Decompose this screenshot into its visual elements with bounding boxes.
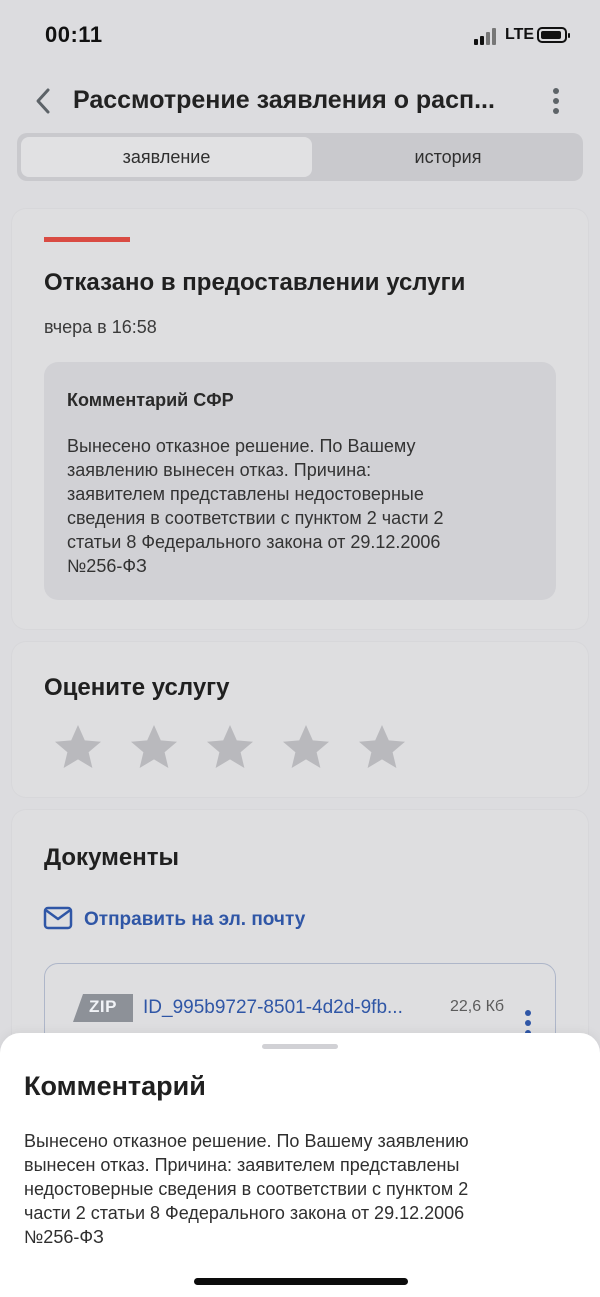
status-title: Отказано в предоставлении услуги (44, 269, 466, 296)
tab-application[interactable]: заявление (21, 137, 312, 177)
sheet-line: части 2 статьи 8 Федерального закона от … (24, 1203, 465, 1223)
sheet-comment-text: Вынесено отказное решение. По Вашему зая… (24, 1129, 574, 1249)
comment-line: заявлению вынесен отказ. Причина: (67, 460, 372, 480)
comment-line: сведения в соответствии с пунктом 2 част… (67, 508, 444, 528)
document-name[interactable]: ID_995b9727-8501-4d2d-9fb... (143, 997, 439, 1019)
document-size: 22,6 Кб (450, 998, 505, 1015)
status-bar: 00:11 LTE (0, 0, 600, 72)
star-icon[interactable] (52, 722, 104, 774)
tab-history[interactable]: история (313, 137, 583, 177)
back-icon[interactable] (33, 86, 55, 116)
home-indicator[interactable] (194, 1278, 408, 1285)
zip-file-icon: ZIP (73, 994, 133, 1022)
comment-bottom-sheet: Комментарий Вынесено отказное решение. П… (0, 1033, 600, 1297)
file-type-label: ZIP (89, 997, 117, 1016)
battery-icon (537, 27, 570, 43)
sheet-line: недостоверные сведения в соответствии с … (24, 1179, 469, 1199)
app-screen: 00:11 LTE Рассмотрение заявления о расп.… (0, 0, 600, 1297)
sheet-line: Вынесено отказное решение. По Вашему зая… (24, 1131, 469, 1151)
page-title: Рассмотрение заявления о расп... (73, 86, 495, 114)
view-tabs: заявление история (17, 133, 583, 181)
sheet-title: Комментарий (24, 1071, 206, 1101)
sheet-line: вынесен отказ. Причина: заявителем предс… (24, 1155, 460, 1175)
sheet-drag-handle[interactable] (262, 1044, 338, 1049)
signal-icon (474, 27, 500, 45)
star-icon[interactable] (128, 722, 180, 774)
rating-title: Оцените услугу (44, 674, 230, 701)
comment-line: Вынесено отказное решение. По Вашему (67, 436, 416, 456)
comment-title: Комментарий СФР (67, 390, 234, 410)
comment-line: заявителем представлены недостоверные (67, 484, 424, 504)
more-vertical-icon[interactable] (549, 88, 563, 116)
service-rating-card: Оцените услугу (12, 642, 588, 797)
application-status-card: Отказано в предоставлении услуги вчера в… (12, 209, 588, 629)
documents-title: Документы (44, 844, 179, 871)
comment-line: №256-ФЗ (67, 556, 147, 576)
comment-line: статьи 8 Федерального закона от 29.12.20… (67, 532, 441, 552)
status-timestamp: вчера в 16:58 (44, 317, 157, 337)
network-label: LTE (505, 26, 535, 43)
status-time: 00:11 (45, 22, 103, 47)
star-icon[interactable] (280, 722, 332, 774)
star-icon[interactable] (204, 722, 256, 774)
sfr-comment-box[interactable]: Комментарий СФР Вынесено отказное решени… (44, 362, 556, 600)
sheet-line: №256-ФЗ (24, 1227, 104, 1247)
star-icon[interactable] (356, 722, 408, 774)
send-email-link[interactable]: Отправить на эл. почту (84, 909, 305, 931)
comment-text: Вынесено отказное решение. По Вашему зая… (67, 434, 537, 578)
status-accent-line (44, 237, 130, 242)
top-app-bar: Рассмотрение заявления о расп... (0, 74, 600, 128)
mail-icon[interactable] (43, 906, 73, 930)
